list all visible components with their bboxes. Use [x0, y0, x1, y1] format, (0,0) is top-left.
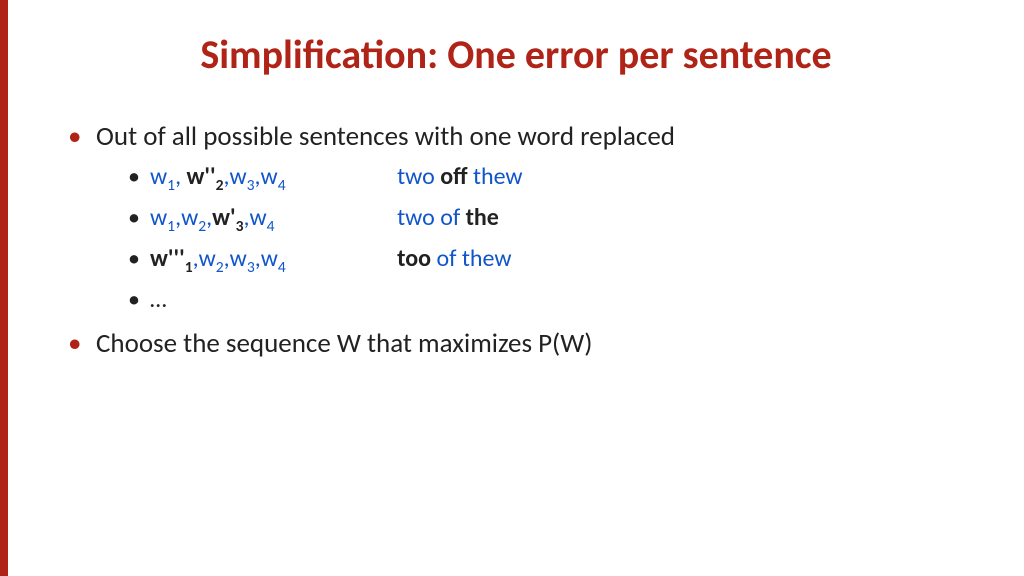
word-token: w4	[250, 203, 275, 232]
word-token: w'3	[212, 203, 243, 232]
word-token: w''2	[186, 162, 223, 191]
word-token: w1	[150, 203, 175, 232]
sequence: w'''1,w2,w3,w4	[150, 243, 370, 278]
example-item: w'''1,w2,w3,w4 too of thew	[128, 243, 974, 278]
phrase: two of the	[397, 203, 499, 232]
word-token: w'''1	[150, 244, 193, 273]
sequence: w1,w2,w'3,w4	[150, 202, 370, 237]
word-token: w4	[261, 162, 286, 191]
word-token: w1	[150, 162, 175, 191]
word-token: w3	[229, 162, 254, 191]
word-token: w2	[181, 203, 206, 232]
bullet-2-text: Choose the sequence W that maximizes P(W…	[96, 327, 592, 360]
sequence: w1, w''2,w3,w4	[150, 161, 370, 196]
bullet-list-level1: Out of all possible sentences with one w…	[58, 119, 974, 363]
slide-title: Simplification: One error per sentence	[58, 30, 974, 79]
example-item: w1,w2,w'3,w4 two of the	[128, 202, 974, 237]
bullet-item-2: Choose the sequence W that maximizes P(W…	[68, 326, 974, 362]
ellipsis-item: …	[128, 284, 974, 316]
bullet-1-text: Out of all possible sentences with one w…	[96, 120, 675, 153]
phrase: two off thew	[397, 162, 522, 191]
slide: Simplification: One error per sentence O…	[8, 0, 1024, 391]
bullet-list-level2: w1, w''2,w3,w4 two off thew w1,w2,w'3,w4 …	[96, 161, 974, 316]
word-token: w2	[199, 244, 224, 273]
word-token: w3	[230, 244, 255, 273]
phrase: too of thew	[397, 244, 511, 273]
bullet-item-1: Out of all possible sentences with one w…	[68, 119, 974, 316]
example-item: w1, w''2,w3,w4 two off thew	[128, 161, 974, 196]
word-token: w4	[261, 244, 286, 273]
